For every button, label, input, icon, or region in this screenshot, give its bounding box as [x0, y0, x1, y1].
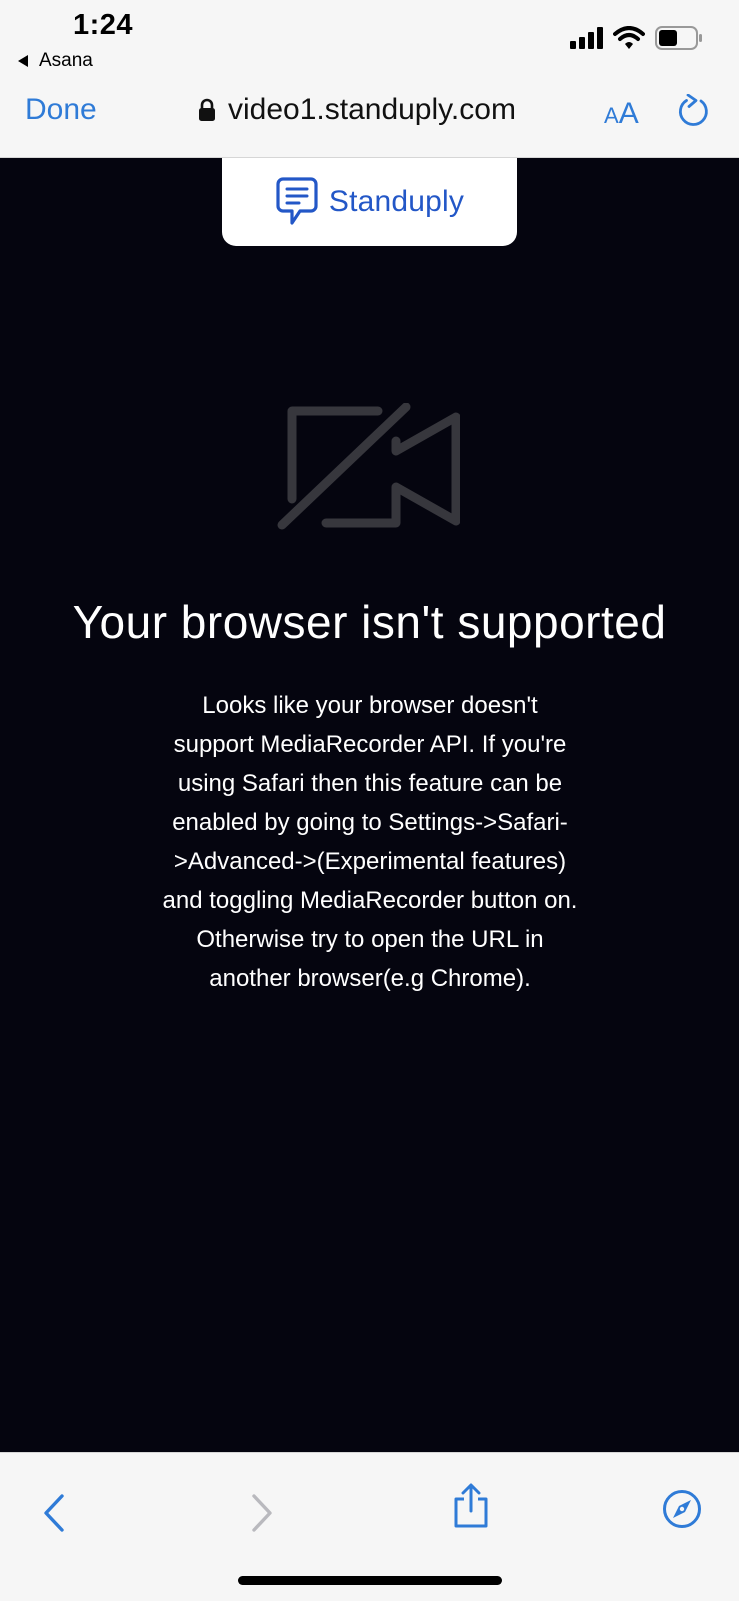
logo-text: Standuply	[328, 185, 465, 218]
cellular-signal-icon	[570, 27, 603, 49]
description-line: and toggling MediaRecorder button on.	[162, 887, 578, 914]
status-time: 1:24	[73, 9, 134, 41]
description-line: >Advanced->(Experimental features)	[173, 848, 567, 875]
status-icons	[570, 26, 703, 50]
compass-icon	[663, 1490, 701, 1528]
description-line: Looks like your browser doesn't	[202, 692, 538, 719]
url-text: video1.standuply.com	[228, 93, 516, 126]
reload-button[interactable]	[676, 93, 710, 135]
aa-small-label: A	[604, 103, 619, 128]
back-to-app-link[interactable]: Asana	[18, 50, 93, 72]
logo-card: Standuply	[222, 158, 517, 246]
video-off-icon	[276, 402, 461, 536]
description-line: enabled by going to Settings->Safari-	[172, 809, 568, 836]
reload-icon	[679, 93, 708, 126]
description-line: Otherwise try to open the URL in	[196, 926, 544, 953]
done-button[interactable]: Done	[25, 93, 97, 127]
description-line: using Safari then this feature can be	[177, 770, 563, 797]
share-icon	[454, 1483, 488, 1528]
lock-icon	[199, 98, 215, 121]
description-line: another browser(e.g Chrome).	[209, 965, 531, 992]
share-button[interactable]	[452, 1483, 490, 1534]
error-description: Looks like your browser doesn't support …	[130, 686, 610, 998]
back-app-label: Asana	[39, 50, 93, 71]
forward-arrow-icon	[252, 1494, 272, 1532]
page-title: Your browser isn't supported	[72, 596, 667, 648]
back-triangle-icon	[18, 55, 28, 67]
forward-button[interactable]	[248, 1493, 276, 1538]
browser-nav-bar: Done video1.standuply.com AA	[0, 80, 739, 158]
back-arrow-icon	[44, 1494, 64, 1532]
battery-icon	[655, 26, 702, 50]
compass-button[interactable]	[662, 1489, 702, 1534]
text-size-button[interactable]: AA	[604, 97, 639, 131]
standuply-logo-icon	[276, 177, 318, 225]
description-line: support MediaRecorder API. If you're	[173, 731, 567, 758]
wifi-icon	[613, 26, 645, 49]
back-button[interactable]	[40, 1493, 68, 1538]
status-bar: 1:24 Asana	[0, 0, 739, 80]
address-bar[interactable]: video1.standuply.com	[198, 93, 516, 127]
home-indicator[interactable]	[238, 1576, 502, 1585]
aa-big-label: A	[618, 97, 639, 130]
